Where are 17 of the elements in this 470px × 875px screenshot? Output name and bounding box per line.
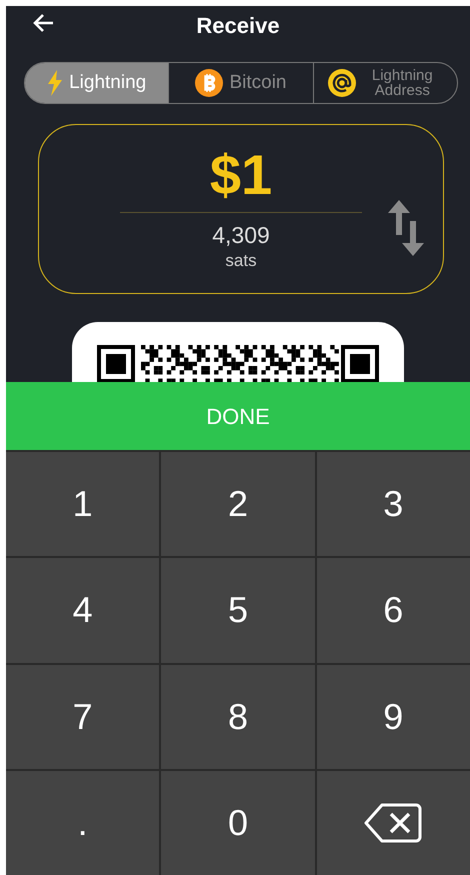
keypad-key[interactable]: 4 [6, 558, 160, 662]
tab[interactable]: Bitcoin [169, 63, 314, 103]
keypad-key[interactable]: 3 [316, 452, 470, 556]
unit-label: sats [225, 250, 257, 272]
keypad-key[interactable]: 8 [161, 664, 315, 769]
fiat-amount: $1 [210, 144, 272, 206]
keypad-key[interactable]: . [6, 770, 160, 875]
tab[interactable]: Lightning Address [314, 63, 457, 103]
keypad-key[interactable]: 5 [161, 558, 315, 662]
keypad-key[interactable]: 1 [6, 452, 160, 556]
screen-title: Receive [196, 12, 280, 40]
keypad-key[interactable]: 9 [316, 664, 470, 769]
keypad-key[interactable]: 2 [161, 452, 315, 556]
keypad-key[interactable]: 6 [316, 558, 470, 662]
keypad-key[interactable]: 7 [6, 664, 160, 769]
sats-amount: 4,309 [212, 222, 270, 248]
keypad-key[interactable]: 0 [161, 770, 315, 875]
